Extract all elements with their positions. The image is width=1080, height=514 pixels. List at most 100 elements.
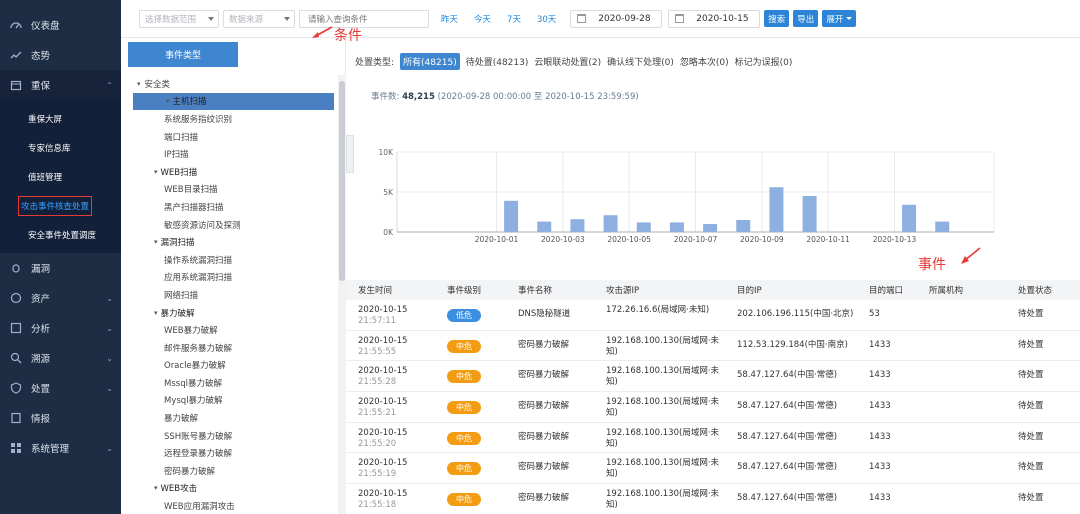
- bar-2020-10-13[interactable]: [902, 204, 917, 232]
- tree-node[interactable]: 主机扫描: [133, 92, 334, 111]
- nav-item-system[interactable]: 系统管理 ⌄: [0, 433, 121, 463]
- tree-node[interactable]: WEB目录扫描: [121, 181, 338, 199]
- nav-sub-item-active[interactable]: 攻击事件核查处置: [0, 191, 121, 220]
- range-30days[interactable]: 30天: [537, 13, 556, 25]
- col-dst-port[interactable]: 目的端口: [857, 284, 917, 296]
- expand-button[interactable]: 展开: [822, 10, 857, 27]
- range-yesterday[interactable]: 昨天: [441, 13, 458, 25]
- start-date-input[interactable]: 2020-09-28: [570, 9, 663, 28]
- tree-node[interactable]: 漏洞扫描: [121, 233, 338, 251]
- col-org[interactable]: 所属机构: [917, 284, 1006, 296]
- shield-icon: [10, 382, 22, 394]
- nav-item-intel[interactable]: 情报: [0, 403, 121, 433]
- bar-2020-10-02[interactable]: [537, 221, 552, 232]
- col-dst-ip[interactable]: 目的IP: [725, 284, 857, 296]
- tree-node[interactable]: WEB扫描: [121, 163, 338, 181]
- nav-item-asset[interactable]: 资产 ⌄: [0, 283, 121, 313]
- nav-item-analysis[interactable]: 分析 ⌄: [0, 313, 121, 343]
- nav-sub-item[interactable]: 专家信息库: [0, 133, 121, 162]
- tree-node[interactable]: 邮件服务暴力破解: [121, 339, 338, 357]
- filter-chip-ignored[interactable]: 忽略本次(0): [680, 55, 729, 68]
- export-button[interactable]: 导出: [793, 10, 819, 27]
- table-row[interactable]: 2020-10-15 21:57:11 低危 DNS隐秘隧道 172.26.16.6(局…: [346, 300, 1080, 331]
- tree-node[interactable]: 黑产扫描器扫描: [121, 198, 338, 216]
- range-7days[interactable]: 7天: [507, 13, 521, 25]
- cell-time: 2020-10-15 21:55:19: [346, 453, 435, 480]
- nav-item-vuln[interactable]: 漏洞: [0, 253, 121, 283]
- table-row[interactable]: 2020-10-15 21:55:55 中危 密码暴力破解 192.168.100.13…: [346, 331, 1080, 362]
- tree-scrollbar[interactable]: [338, 75, 346, 514]
- bar-2020-10-01[interactable]: [504, 200, 519, 232]
- filter-chip-linked[interactable]: 云眼联动处置(2): [534, 55, 601, 68]
- tree-node[interactable]: WEB应用漏洞攻击: [121, 497, 338, 514]
- table-row[interactable]: 2020-10-15 21:55:18 中危 密码暴力破解 192.168.100.13…: [346, 484, 1080, 514]
- tree-node[interactable]: 操作系统漏洞扫描: [121, 251, 338, 269]
- tree-node[interactable]: 敏感资源访问及探测: [121, 216, 338, 234]
- tree-node[interactable]: WEB暴力破解: [121, 321, 338, 339]
- col-time[interactable]: 发生时间: [346, 284, 435, 296]
- tree-node[interactable]: 系统服务指纹识别: [121, 110, 338, 128]
- tree-node[interactable]: 安全类: [121, 75, 338, 93]
- tree-node[interactable]: IP扫描: [121, 145, 338, 163]
- cell-src-ip: 192.168.100.130(局域网·未知): [606, 397, 720, 419]
- bar-2020-10-09[interactable]: [769, 187, 784, 232]
- bar-2020-10-10[interactable]: [802, 196, 817, 232]
- nav-item-dashboard[interactable]: 仪表盘: [0, 10, 121, 40]
- end-date-input[interactable]: 2020-10-15: [668, 9, 761, 28]
- tree-node[interactable]: 应用系统漏洞扫描: [121, 269, 338, 287]
- scrollbar-thumb[interactable]: [339, 81, 345, 281]
- bar-2020-10-04[interactable]: [603, 215, 618, 232]
- nav-item-trend[interactable]: 态势: [0, 40, 121, 70]
- bar-2020-10-05[interactable]: [636, 222, 651, 232]
- filter-label: 处置类型:: [355, 58, 395, 68]
- col-name[interactable]: 事件名称: [506, 284, 594, 296]
- source-select[interactable]: 数据来源: [223, 9, 295, 28]
- table-row[interactable]: 2020-10-15 21:55:19 中危 密码暴力破解 192.168.100.13…: [346, 453, 1080, 485]
- tree-node[interactable]: 网络扫描: [121, 286, 338, 304]
- bar-2020-10-14[interactable]: [935, 221, 950, 232]
- nav-sub-item[interactable]: 值班管理: [0, 162, 121, 191]
- cell-event-name[interactable]: 密码暴力破解: [506, 453, 594, 473]
- tree-node[interactable]: 暴力破解: [121, 409, 338, 427]
- bar-2020-10-08[interactable]: [736, 220, 751, 232]
- cell-event-name[interactable]: 密码暴力破解: [506, 361, 594, 381]
- cell-event-name[interactable]: 密码暴力破解: [506, 331, 594, 351]
- col-src-ip[interactable]: 攻击源IP: [594, 284, 725, 296]
- bar-2020-10-03[interactable]: [570, 219, 585, 232]
- table-row[interactable]: 2020-10-15 21:55:28 中危 密码暴力破解 192.168.100.13…: [346, 361, 1080, 393]
- bar-2020-10-06[interactable]: [669, 222, 684, 232]
- table-row[interactable]: 2020-10-15 21:55:20 中危 密码暴力破解 192.168.100.13…: [346, 423, 1080, 454]
- filter-chip-offline[interactable]: 确认线下处理(0): [607, 55, 674, 68]
- cell-dst-port: 1433: [869, 431, 891, 442]
- tree-node[interactable]: Mysql暴力破解: [121, 392, 338, 410]
- bar-2020-10-07[interactable]: [703, 224, 718, 232]
- scope-select[interactable]: 选择数据范围: [139, 9, 219, 28]
- filter-chip-all[interactable]: 所有(48215): [400, 53, 460, 70]
- nav-sub-item[interactable]: 安全事件处置调度: [0, 220, 121, 249]
- cell-event-name[interactable]: 密码暴力破解: [506, 423, 594, 443]
- nav-item-protection[interactable]: 重保 ⌃: [0, 70, 121, 100]
- x-tick-label: 2020-10-11: [806, 235, 850, 244]
- cell-event-name[interactable]: 密码暴力破解: [506, 392, 594, 412]
- tree-node[interactable]: WEB攻击: [121, 480, 338, 498]
- tree-node[interactable]: 端口扫描: [121, 128, 338, 146]
- col-status[interactable]: 处置状态: [1006, 284, 1080, 296]
- tree-node[interactable]: 密码暴力破解: [121, 462, 338, 480]
- search-button[interactable]: 搜索: [764, 10, 790, 27]
- tree-node[interactable]: Oracle暴力破解: [121, 357, 338, 375]
- nav-sub-item[interactable]: 重保大屏: [0, 104, 121, 133]
- range-today[interactable]: 今天: [474, 13, 491, 25]
- nav-item-trace[interactable]: 溯源 ⌄: [0, 343, 121, 373]
- tree-node[interactable]: 远程登录暴力破解: [121, 444, 338, 462]
- tree-node[interactable]: SSH账号暴力破解: [121, 427, 338, 445]
- tree-node[interactable]: Mssql暴力破解: [121, 374, 338, 392]
- nav-item-handle[interactable]: 处置 ⌄: [0, 373, 121, 403]
- filter-chip-false-positive[interactable]: 标记为误报(0): [735, 55, 793, 68]
- table-row[interactable]: 2020-10-15 21:55:21 中危 密码暴力破解 192.168.100.13…: [346, 392, 1080, 423]
- filter-chip-pending[interactable]: 待处置(48213): [466, 55, 529, 68]
- scope-placeholder: 选择数据范围: [145, 14, 197, 25]
- cell-event-name[interactable]: DNS隐秘隧道: [506, 300, 594, 320]
- col-level[interactable]: 事件级别: [435, 284, 506, 296]
- tree-node[interactable]: 暴力破解: [121, 304, 338, 322]
- cell-event-name[interactable]: 密码暴力破解: [506, 484, 594, 504]
